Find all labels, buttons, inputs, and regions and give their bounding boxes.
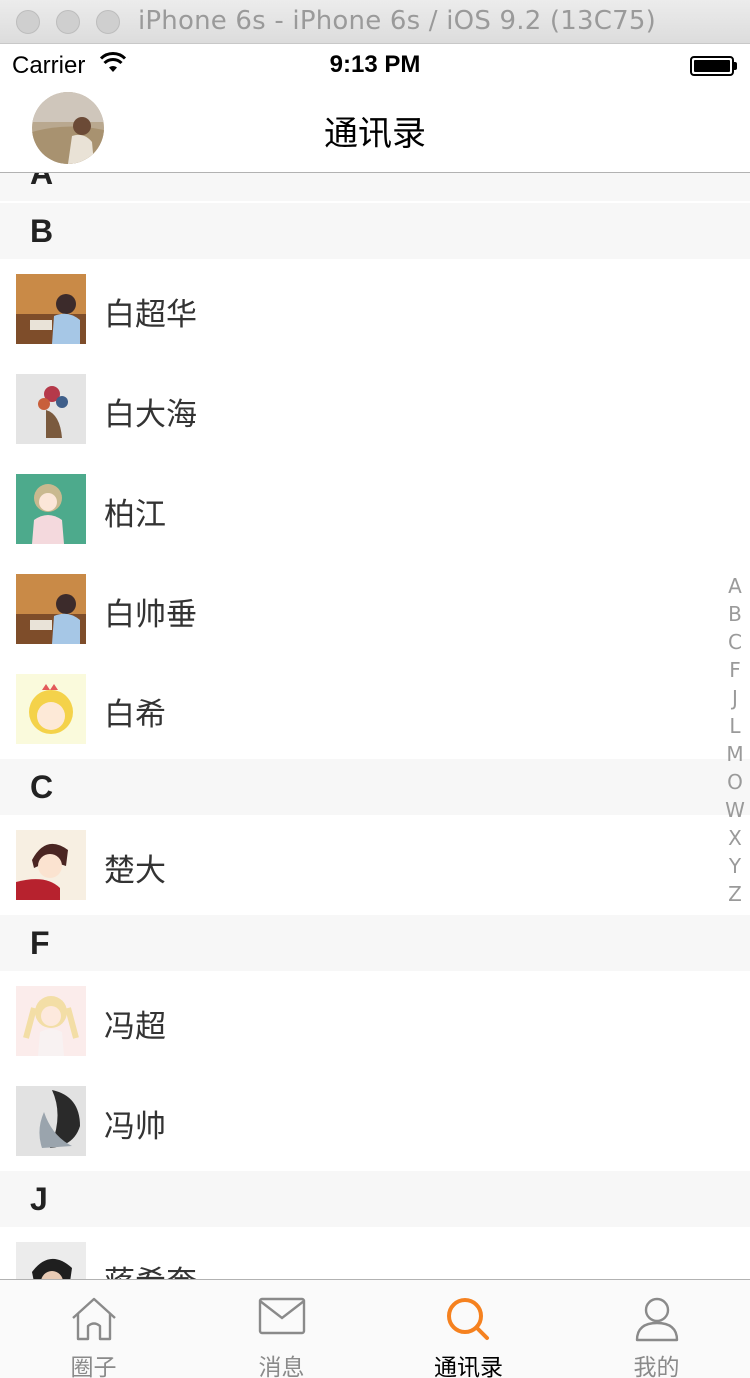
contact-name: 白帅垂 bbox=[104, 597, 197, 633]
index-letter[interactable]: M bbox=[722, 740, 748, 768]
contact-avatar bbox=[16, 374, 86, 444]
contact-row[interactable]: 白帅垂 bbox=[0, 559, 750, 659]
tab-bar: 圈子 消息 通讯录 我的 bbox=[0, 1279, 750, 1378]
contact-name: 蒋希奎 bbox=[104, 1257, 197, 1279]
section-letter: C bbox=[30, 769, 54, 805]
contact-row[interactable]: 白大海 bbox=[0, 359, 750, 459]
section-header-j: J bbox=[0, 1171, 750, 1227]
section-letter: J bbox=[30, 1181, 48, 1217]
status-bar: Carrier 9:13 PM bbox=[0, 44, 750, 84]
tab-contacts[interactable]: 通讯录 bbox=[375, 1280, 562, 1378]
contact-row[interactable]: 楚大 bbox=[0, 815, 750, 915]
contacts-list[interactable]: A B 白超华 白大海 柏江 白帅垂 白希 C 楚大 F 冯超 冯帅 J bbox=[0, 173, 750, 1279]
section-header-c: C bbox=[0, 759, 750, 815]
tab-me[interactable]: 我的 bbox=[563, 1280, 750, 1378]
contact-name: 冯帅 bbox=[104, 1109, 166, 1145]
window-minimize-button[interactable] bbox=[56, 10, 80, 34]
contact-avatar bbox=[16, 274, 86, 344]
index-letter[interactable]: X bbox=[722, 824, 748, 852]
simulator-title-bar: iPhone 6s - iPhone 6s / iOS 9.2 (13C75) bbox=[0, 0, 750, 44]
contact-avatar bbox=[16, 1242, 86, 1279]
tab-label: 通讯录 bbox=[434, 1355, 503, 1378]
tab-messages[interactable]: 消息 bbox=[188, 1280, 375, 1378]
home-icon bbox=[71, 1297, 116, 1341]
index-letter[interactable]: O bbox=[722, 768, 748, 796]
section-letter: A bbox=[30, 173, 54, 191]
contact-name: 白超华 bbox=[104, 297, 197, 333]
contact-avatar bbox=[16, 574, 86, 644]
contact-name: 白希 bbox=[104, 697, 166, 733]
index-letter[interactable]: F bbox=[722, 656, 748, 684]
index-letter[interactable]: J bbox=[722, 684, 748, 712]
section-header-a: A bbox=[0, 173, 750, 201]
navigation-bar: 通讯录 bbox=[0, 84, 750, 173]
tab-circle[interactable]: 圈子 bbox=[0, 1280, 187, 1378]
envelope-icon bbox=[258, 1297, 305, 1335]
tab-label: 我的 bbox=[633, 1355, 680, 1378]
contact-name: 柏江 bbox=[104, 497, 166, 533]
search-icon bbox=[446, 1298, 489, 1340]
contact-row[interactable]: 冯帅 bbox=[0, 1071, 750, 1171]
contact-avatar bbox=[16, 474, 86, 544]
index-letter[interactable]: C bbox=[722, 628, 748, 656]
tab-label: 圈子 bbox=[70, 1355, 117, 1378]
contact-avatar bbox=[16, 830, 86, 900]
contact-avatar bbox=[16, 674, 86, 744]
person-icon bbox=[635, 1297, 678, 1342]
contact-row[interactable]: 蒋希奎 bbox=[0, 1227, 750, 1279]
contact-avatar bbox=[16, 986, 86, 1056]
contact-name: 白大海 bbox=[104, 397, 197, 433]
clock: 9:13 PM bbox=[329, 51, 421, 78]
index-letter[interactable]: W bbox=[722, 796, 748, 824]
window-close-button[interactable] bbox=[16, 10, 40, 34]
section-letter: B bbox=[30, 213, 54, 249]
simulator-title: iPhone 6s - iPhone 6s / iOS 9.2 (13C75) bbox=[138, 6, 656, 36]
section-header-f: F bbox=[0, 915, 750, 971]
contact-row[interactable]: 白超华 bbox=[0, 259, 750, 359]
page-title: 通讯录 bbox=[324, 115, 426, 153]
section-header-b: B bbox=[0, 203, 750, 259]
index-letter[interactable]: L bbox=[722, 712, 748, 740]
index-letter[interactable]: Z bbox=[722, 880, 748, 908]
window-zoom-button[interactable] bbox=[96, 10, 120, 34]
section-letter: F bbox=[30, 925, 50, 961]
contact-name: 楚大 bbox=[104, 853, 166, 889]
contact-row[interactable]: 柏江 bbox=[0, 459, 750, 559]
contact-avatar bbox=[16, 1086, 86, 1156]
index-letter[interactable]: B bbox=[722, 600, 748, 628]
contact-name: 冯超 bbox=[104, 1009, 166, 1045]
index-letter[interactable]: Y bbox=[722, 852, 748, 880]
battery-icon bbox=[690, 56, 738, 76]
tab-label: 消息 bbox=[258, 1355, 305, 1378]
section-index[interactable]: A B C F J L M O W X Y Z bbox=[722, 572, 748, 908]
index-letter[interactable]: A bbox=[722, 572, 748, 600]
contact-row[interactable]: 白希 bbox=[0, 659, 750, 759]
contact-row[interactable]: 冯超 bbox=[0, 971, 750, 1071]
